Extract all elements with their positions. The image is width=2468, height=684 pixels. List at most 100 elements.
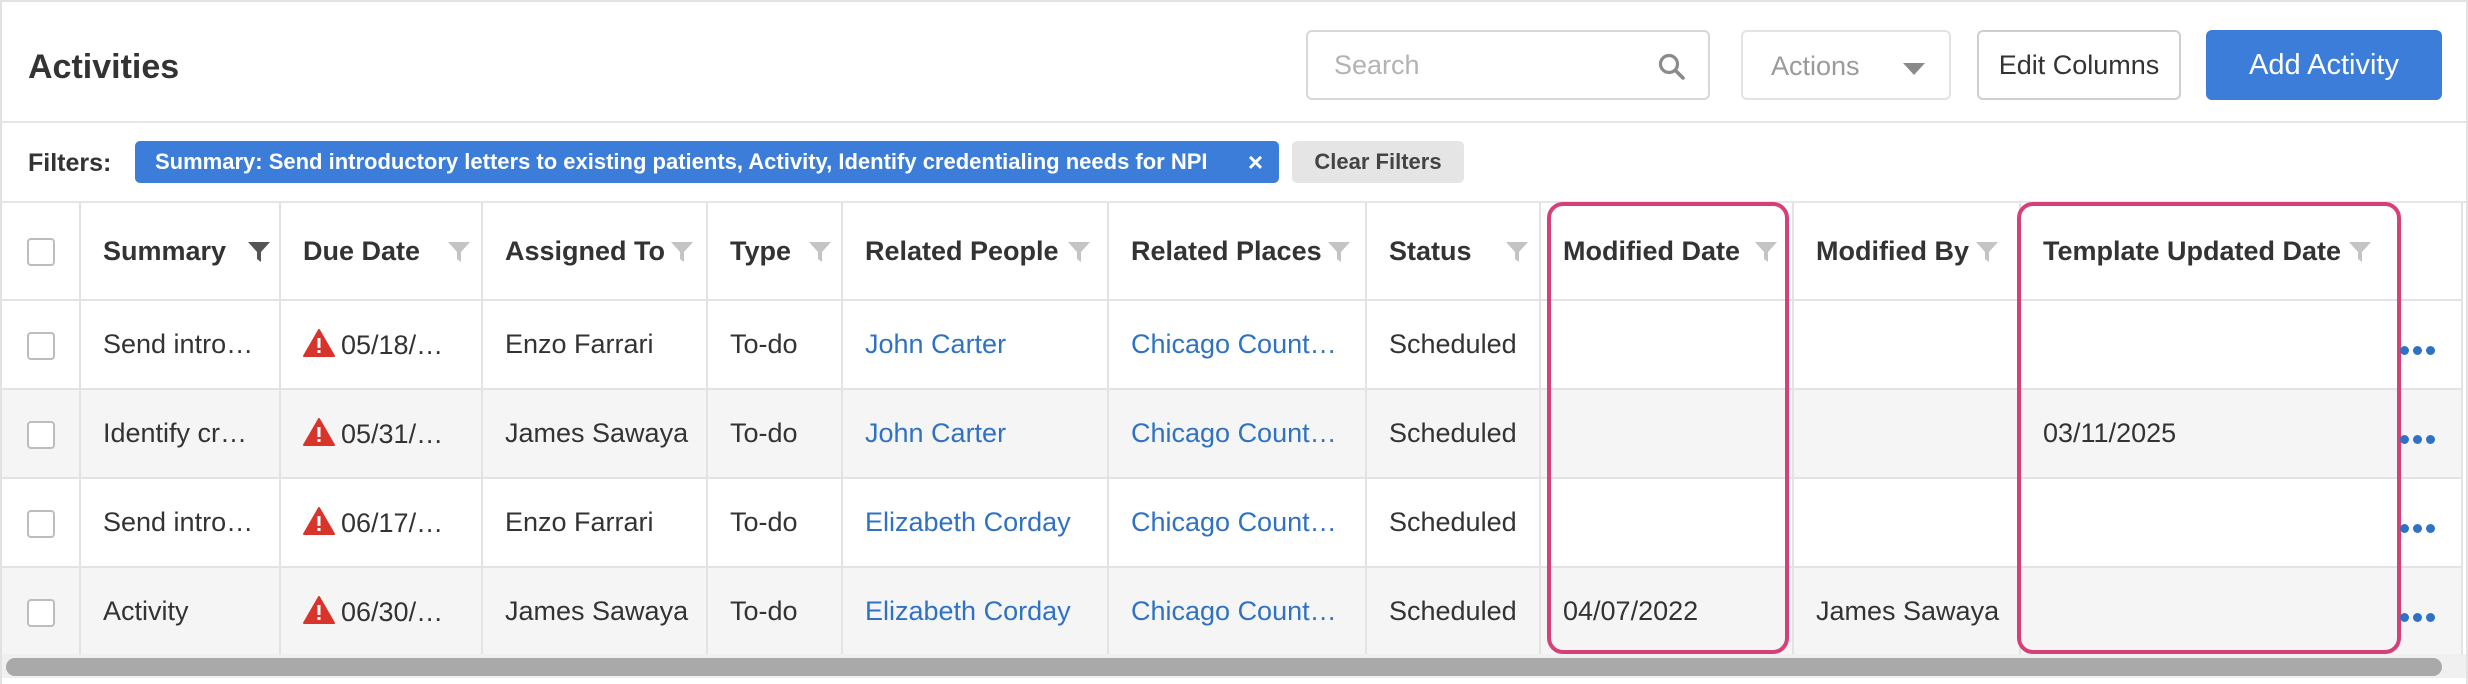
filter-icon[interactable] [1067, 240, 1091, 264]
type-cell-text: To-do [730, 329, 798, 359]
filter-chip[interactable]: Summary: Send introductory letters to ex… [135, 141, 1279, 183]
column-header-modified-by[interactable]: Modified By [1793, 203, 2021, 301]
related-people-cell[interactable]: John Carter [842, 300, 1109, 390]
assigned-to-cell: Enzo Farrari [482, 478, 708, 568]
assigned-to-cell: Enzo Farrari [482, 300, 708, 390]
column-header-status[interactable]: Status [1366, 203, 1541, 301]
more-dot [2400, 435, 2409, 444]
select-cell [2, 389, 81, 479]
filter-icon[interactable] [808, 240, 832, 264]
more-options-icon[interactable] [2400, 431, 2440, 444]
status-cell-text: Scheduled [1389, 507, 1517, 537]
filter-icon[interactable] [447, 240, 471, 264]
related-people-cell-text[interactable]: John Carter [865, 418, 1006, 448]
filter-icon[interactable] [1327, 240, 1351, 264]
more-options-icon[interactable] [2400, 342, 2440, 355]
chevron-down-icon [1903, 63, 1925, 75]
actions-label: Actions [1771, 51, 1860, 81]
summary-cell: Send intro… [80, 478, 281, 568]
due-date-cell-text: 06/30/… [341, 596, 444, 627]
row-checkbox[interactable] [26, 598, 55, 627]
more-dot [2426, 524, 2435, 533]
filter-icon[interactable] [1505, 240, 1529, 264]
row-checkbox[interactable] [26, 420, 55, 449]
actions-dropdown[interactable]: Actions [1741, 30, 1951, 100]
related-places-cell-text[interactable]: Chicago Count… [1131, 507, 1337, 537]
related-places-cell[interactable]: Chicago Count… [1108, 567, 1367, 657]
related-people-cell-text[interactable]: Elizabeth Corday [865, 507, 1071, 537]
column-header-related-places[interactable]: Related Places [1108, 203, 1367, 301]
type-cell-text: To-do [730, 507, 798, 537]
assigned-to-cell: James Sawaya [482, 389, 708, 479]
related-places-cell[interactable]: Chicago Count… [1108, 300, 1367, 390]
clear-filters-button[interactable]: Clear Filters [1292, 141, 1464, 183]
related-people-cell-text[interactable]: Elizabeth Corday [865, 596, 1071, 626]
column-header-type[interactable]: Type [707, 203, 843, 301]
related-places-cell-text[interactable]: Chicago Count… [1131, 329, 1337, 359]
scrollbar-thumb[interactable] [6, 658, 2442, 676]
more-dot [2413, 524, 2422, 533]
related-places-cell[interactable]: Chicago Count… [1108, 389, 1367, 479]
assigned-to-cell-text: Enzo Farrari [505, 329, 654, 359]
add-activity-button[interactable]: Add Activity [2206, 30, 2442, 100]
column-header-related-people[interactable]: Related People [842, 203, 1109, 301]
related-people-cell[interactable]: Elizabeth Corday [842, 478, 1109, 568]
due-date-cell: 06/17/… [280, 478, 483, 568]
status-cell: Scheduled [1366, 389, 1541, 479]
summary-cell: Send intro… [80, 300, 281, 390]
filter-icon[interactable] [670, 240, 694, 264]
warning-icon [303, 506, 335, 535]
type-cell: To-do [707, 478, 843, 568]
more-options-icon[interactable] [2400, 609, 2440, 622]
column-header-summary[interactable]: Summary [80, 203, 281, 301]
activities-panel: Activities Actions Edit Columns Add Acti… [0, 0, 2468, 684]
more-dot [2413, 346, 2422, 355]
related-people-cell[interactable]: Elizabeth Corday [842, 567, 1109, 657]
assigned-to-cell-text: Enzo Farrari [505, 507, 654, 537]
filter-icon[interactable] [247, 240, 271, 264]
search-icon[interactable] [1656, 51, 1688, 83]
related-places-cell[interactable]: Chicago Count… [1108, 478, 1367, 568]
due-date-cell: 06/30/… [280, 567, 483, 657]
highlight-template-updated-date-column [2017, 202, 2401, 654]
search-input[interactable] [1308, 32, 1708, 98]
filters-bar: Filters: Summary: Send introductory lett… [2, 125, 2466, 203]
related-places-cell-text[interactable]: Chicago Count… [1131, 596, 1337, 626]
select-all-cell [2, 203, 81, 301]
more-dot [2400, 613, 2409, 622]
status-cell-text: Scheduled [1389, 418, 1517, 448]
modified-by-cell [1793, 478, 2021, 568]
status-cell: Scheduled [1366, 300, 1541, 390]
panel-header: Activities Actions Edit Columns Add Acti… [2, 2, 2466, 123]
summary-cell-text: Activity [103, 596, 189, 626]
column-header-assigned-to[interactable]: Assigned To [482, 203, 708, 301]
more-dot [2400, 346, 2409, 355]
summary-cell-text: Send intro… [103, 329, 254, 359]
modified-by-cell [1793, 300, 2021, 390]
select-cell [2, 567, 81, 657]
highlight-modified-date-column [1547, 202, 1789, 654]
related-people-cell[interactable]: John Carter [842, 389, 1109, 479]
type-cell: To-do [707, 567, 843, 657]
more-options-icon[interactable] [2400, 520, 2440, 533]
search-box[interactable] [1306, 30, 1710, 100]
due-date-cell-text: 06/17/… [341, 507, 444, 538]
filter-icon[interactable] [1975, 240, 1999, 264]
more-dot [2400, 524, 2409, 533]
filter-chip-text: Summary: Send introductory letters to ex… [155, 149, 1208, 174]
due-date-cell: 05/31/… [280, 389, 483, 479]
summary-cell: Activity [80, 567, 281, 657]
close-icon[interactable]: × [1248, 141, 1263, 183]
select-all-checkbox[interactable] [26, 238, 55, 267]
related-places-cell-text[interactable]: Chicago Count… [1131, 418, 1337, 448]
summary-cell: Identify cr… [80, 389, 281, 479]
filters-label: Filters: [28, 149, 112, 177]
row-checkbox[interactable] [26, 509, 55, 538]
column-header-due-date[interactable]: Due Date [280, 203, 483, 301]
page-title: Activities [28, 48, 180, 86]
row-checkbox[interactable] [26, 331, 55, 360]
related-people-cell-text[interactable]: John Carter [865, 329, 1006, 359]
due-date-cell-text: 05/18/… [341, 329, 444, 360]
edit-columns-button[interactable]: Edit Columns [1977, 30, 2181, 100]
type-cell: To-do [707, 300, 843, 390]
